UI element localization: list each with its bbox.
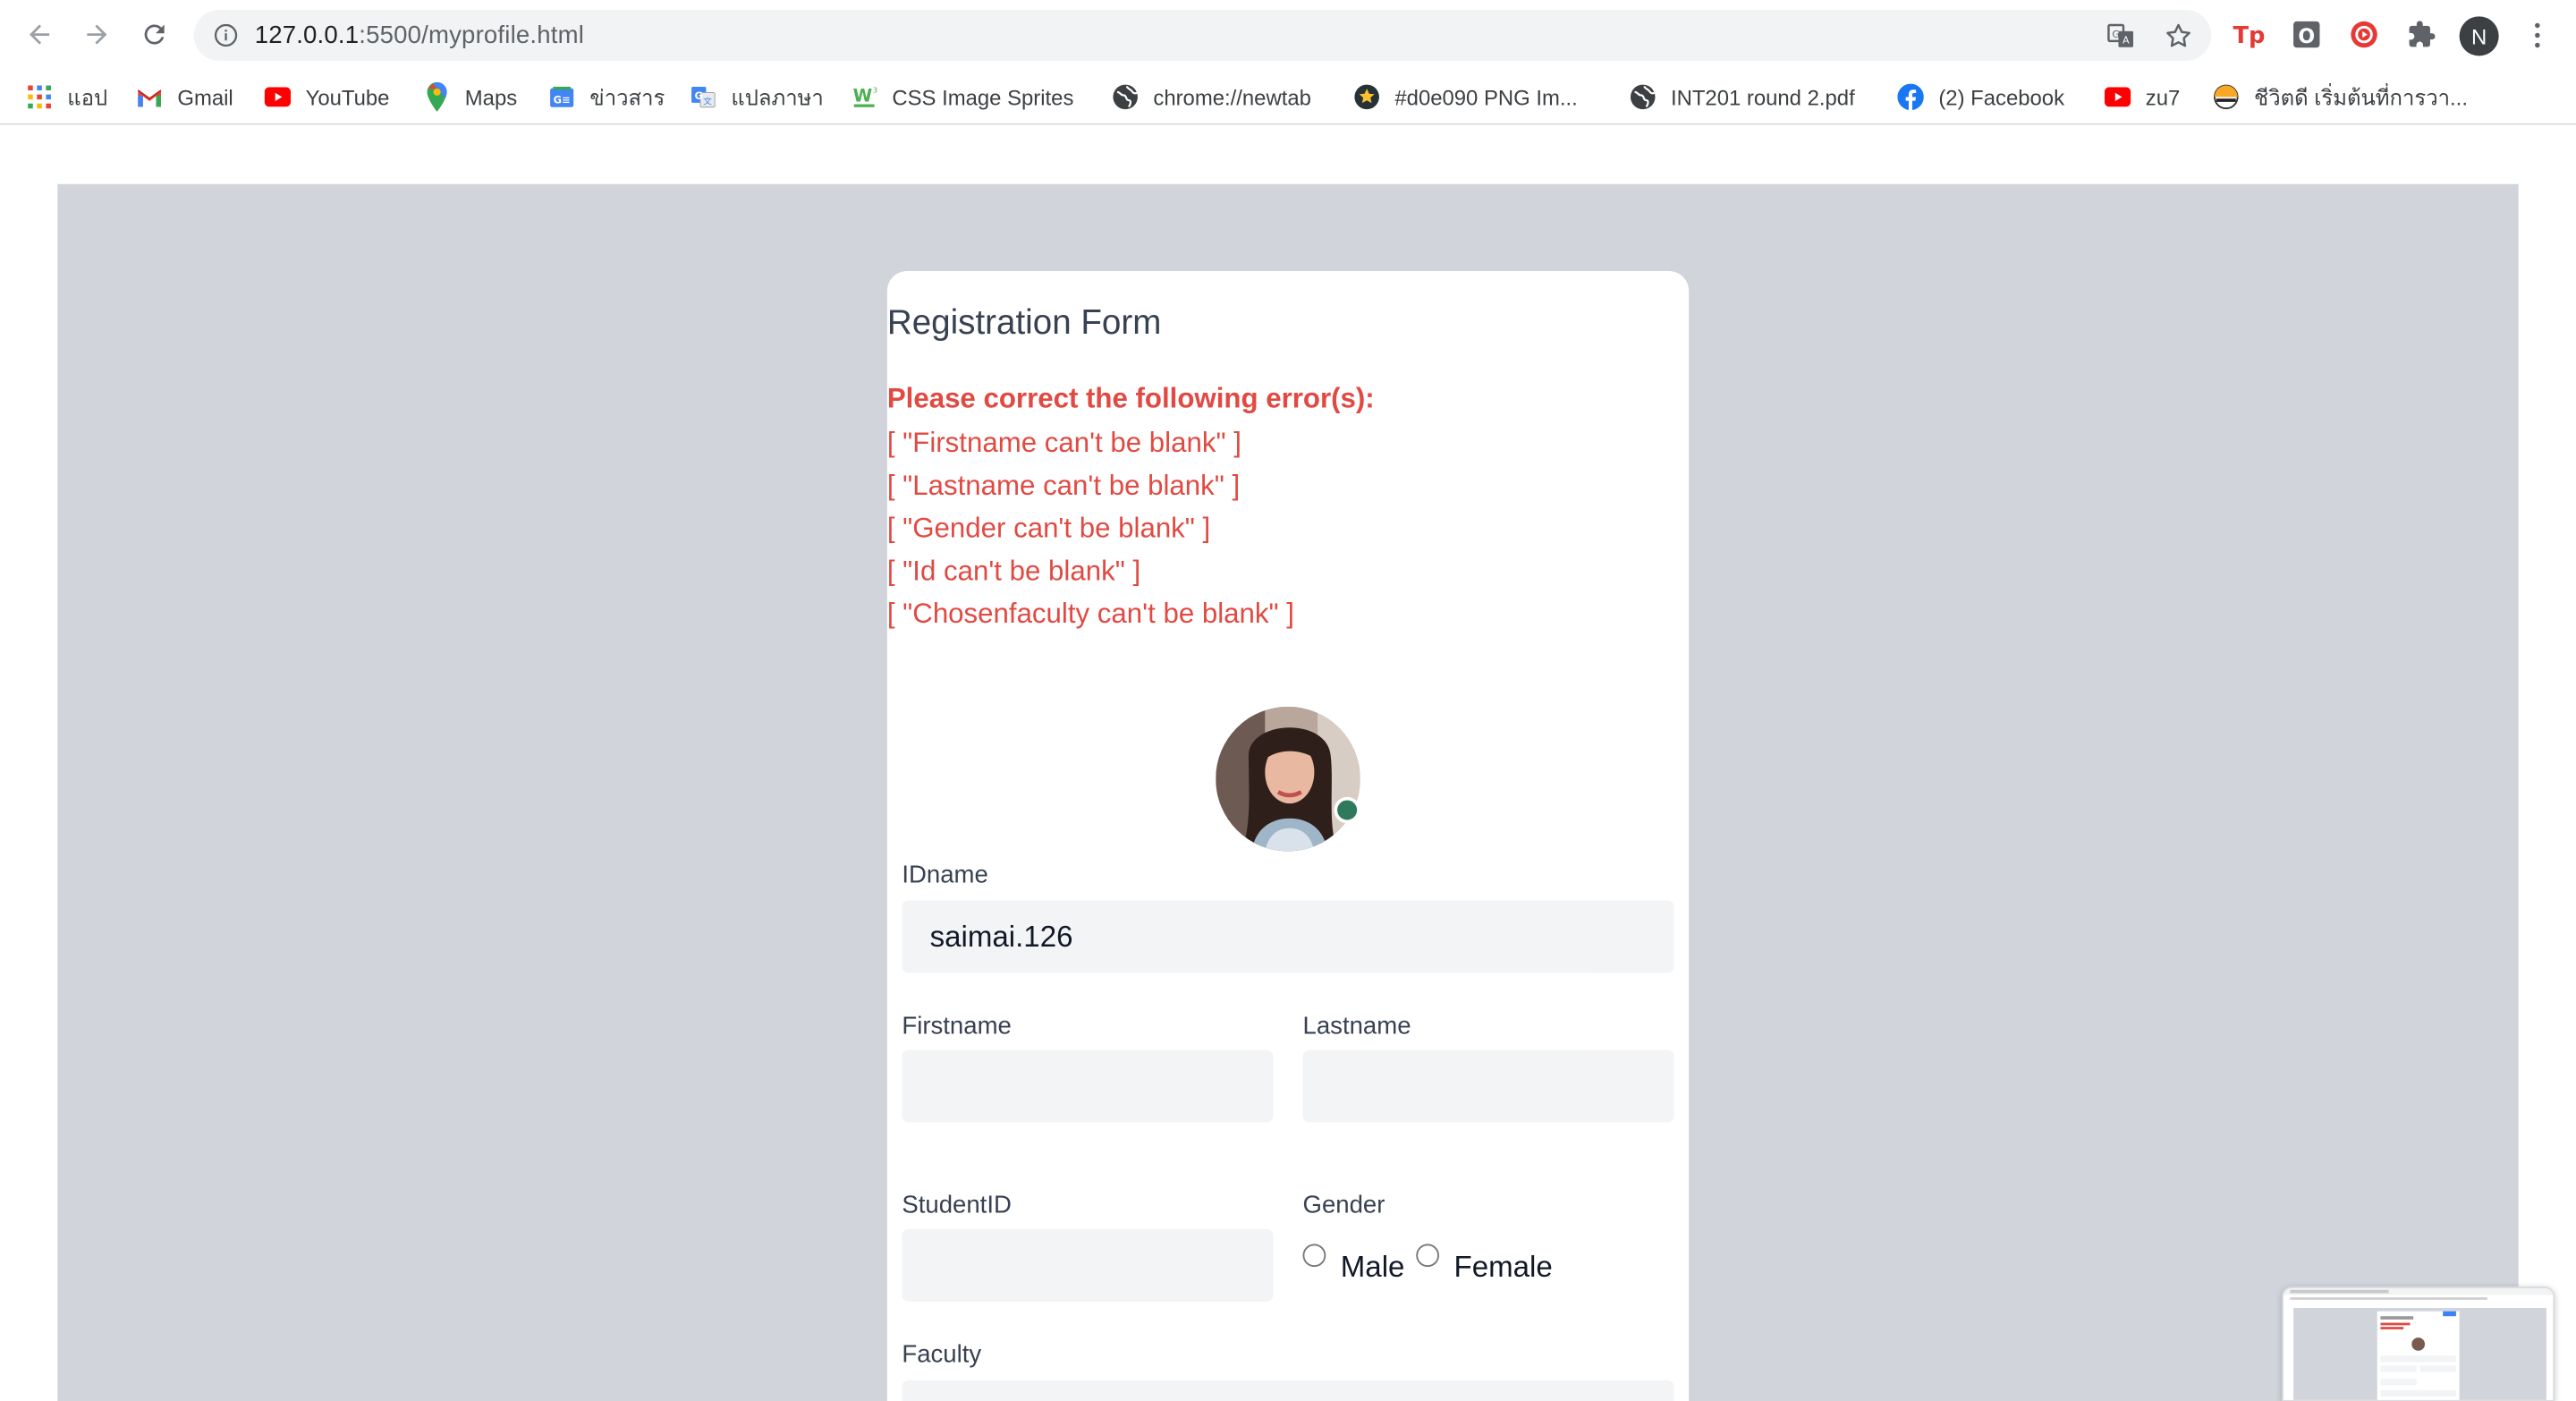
gmail-icon (136, 84, 162, 110)
record-extension-icon[interactable] (2348, 18, 2381, 51)
bookmark-label: zu7 (2145, 84, 2181, 110)
bookmark-label: CSS Image Sprites (892, 84, 1074, 110)
faculty-label: Faculty (902, 1340, 982, 1369)
browser-window: 127.0.0.1:5500/myprofile.html AG Tp O N (0, 0, 2576, 1401)
bookmark-apps[interactable]: แอป (26, 82, 107, 112)
svg-text:A: A (2123, 35, 2130, 47)
form-title: Registration Form (886, 303, 1162, 343)
globe-icon (1112, 84, 1138, 110)
bookmark-zu7[interactable]: zu7 (2104, 82, 2181, 112)
bookmark-translate[interactable]: G文 แปลภาษา (690, 82, 824, 112)
gender-male-label[interactable]: Male (1341, 1251, 1405, 1286)
url-host: 127.0.0.1 (254, 21, 360, 50)
bookmark-facebook[interactable]: (2) Facebook (1897, 82, 2064, 112)
maps-pin-icon (424, 81, 450, 112)
bookmark-label: INT201 round 2.pdf (1670, 84, 1855, 110)
bookmark-label: ข่าวสาร (589, 84, 665, 110)
idname-input[interactable] (902, 900, 1674, 973)
svg-text:G≡: G≡ (554, 94, 571, 106)
profile-photo (1216, 706, 1360, 852)
forward-button[interactable] (77, 15, 116, 55)
youtube-icon (2104, 84, 2131, 110)
bookmark-youtube[interactable]: YouTube (264, 82, 390, 112)
bookmark-maps[interactable]: Maps (424, 81, 518, 112)
svg-text:文: 文 (703, 96, 712, 107)
reload-button[interactable] (135, 15, 174, 55)
svg-text:W: W (853, 85, 873, 106)
lastname-label: Lastname (1302, 1012, 1411, 1040)
gender-female-label[interactable]: Female (1454, 1251, 1553, 1286)
svg-text:3: 3 (873, 85, 877, 94)
gender-label: Gender (1302, 1191, 1385, 1219)
bookmark-label: Maps (464, 84, 518, 110)
bookmark-star-icon[interactable] (2164, 21, 2193, 51)
studentid-input[interactable] (902, 1228, 1274, 1302)
idname-label: IDname (902, 861, 988, 889)
svg-text:G: G (2112, 29, 2120, 40)
bookmark-label: #d0e090 PNG Im... (1394, 84, 1578, 110)
bookmark-gmail[interactable]: Gmail (136, 82, 233, 112)
lastname-input[interactable] (1302, 1049, 1674, 1123)
tp-extension-icon[interactable]: Tp (2233, 18, 2266, 51)
browser-toolbar: 127.0.0.1:5500/myprofile.html AG Tp O N (0, 0, 2576, 70)
svg-text:G: G (695, 89, 703, 102)
studentid-label: StudentID (902, 1191, 1012, 1219)
gender-male-radio[interactable] (1302, 1244, 1326, 1268)
bookmark-css-sprites[interactable]: W3 CSS Image Sprites (851, 82, 1074, 112)
url-text[interactable]: 127.0.0.1:5500/myprofile.html (255, 21, 584, 49)
back-button[interactable] (20, 15, 59, 55)
bookmark-good-life[interactable]: ชีวิตดี เริ่มต้นที่การวา... (2213, 82, 2468, 112)
extensions-puzzle-icon[interactable] (2405, 18, 2438, 51)
w3schools-icon: W3 (851, 84, 877, 110)
faculty-select[interactable] (902, 1380, 1674, 1401)
error-message: [ "Firstname can't be blank" ] (886, 427, 1241, 459)
bookmark-label: Gmail (177, 84, 233, 110)
url-path: :5500/myprofile.html (359, 21, 585, 50)
bookmark-label: (2) Facebook (1938, 84, 2065, 110)
error-message: [ "Lastname can't be blank" ] (886, 470, 1241, 502)
site-info-icon[interactable] (214, 23, 239, 48)
o-extension-icon[interactable]: O (2290, 18, 2323, 51)
address-bar[interactable]: 127.0.0.1:5500/myprofile.html AG (193, 10, 2212, 61)
bookmark-label: chrome://newtab (1153, 84, 1311, 110)
sun-logo-icon (2213, 84, 2239, 110)
firstname-input[interactable] (902, 1049, 1274, 1123)
firstname-label: Firstname (902, 1012, 1012, 1040)
bookmark-int201[interactable]: INT201 round 2.pdf (1630, 82, 1855, 112)
bookmark-png-image[interactable]: #d0e090 PNG Im... (1353, 82, 1578, 112)
error-message: [ "Gender can't be blank" ] (886, 513, 1211, 544)
profile-avatar[interactable]: N (2459, 16, 2499, 56)
arrow-right-icon (87, 24, 107, 45)
browser-menu-icon[interactable] (2523, 18, 2549, 51)
reload-icon (144, 24, 165, 45)
online-status-dot (1334, 796, 1360, 824)
error-heading: Please correct the following error(s): (886, 382, 1375, 414)
error-message: [ "Chosenfaculty can't be blank" ] (886, 598, 1294, 630)
bookmark-label: แปลภาษา (731, 84, 824, 110)
bookmark-label: แอป (67, 84, 108, 110)
apps-grid-icon (26, 84, 52, 110)
registration-card: Registration Form Please correct the fol… (886, 271, 1690, 1401)
svg-text:O: O (2298, 26, 2315, 48)
bookmarks-bar: แอป Gmail YouTube Maps G≡ ข่าวสาร G 文 แป… (0, 69, 2576, 125)
google-news-icon: G≡ (548, 84, 574, 110)
page-preview-thumbnail[interactable] (2282, 1286, 2555, 1401)
bookmark-newtab[interactable]: chrome://newtab (1112, 82, 1311, 112)
error-message: [ "Id can't be blank" ] (886, 555, 1141, 587)
svg-text:Tp: Tp (2233, 22, 2266, 49)
youtube-icon (264, 84, 292, 110)
bookmark-label: YouTube (305, 84, 390, 110)
globe-icon (1630, 84, 1656, 110)
bookmark-news[interactable]: G≡ ข่าวสาร (548, 82, 665, 112)
google-translate-icon: G文 (690, 84, 716, 110)
translate-page-icon[interactable]: AG (2106, 21, 2136, 51)
star-badge-icon (1353, 84, 1379, 110)
gender-female-radio[interactable] (1416, 1244, 1439, 1268)
arrow-left-icon (30, 24, 50, 45)
facebook-icon (1897, 83, 1924, 111)
bookmark-label: ชีวิตดี เริ่มต้นที่การวา... (2253, 84, 2468, 110)
